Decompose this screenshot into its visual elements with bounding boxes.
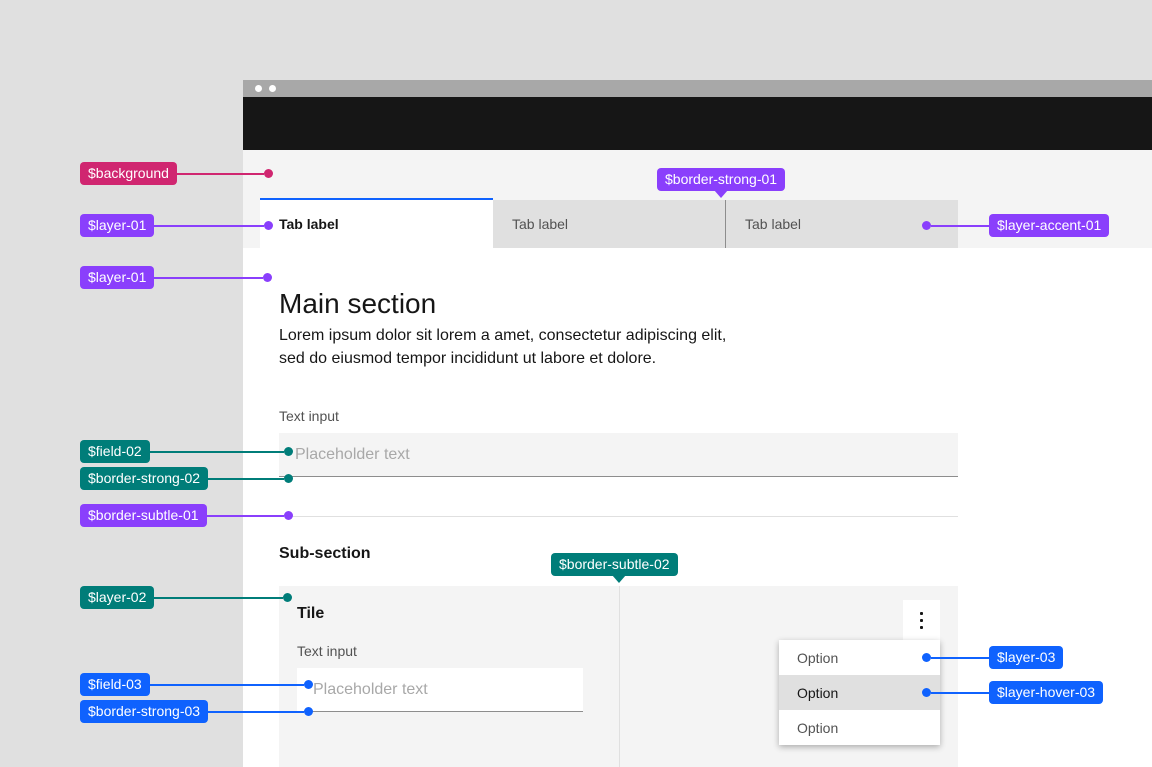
kebab-menu-icon [920, 618, 923, 622]
overflow-dropdown-menu: Option Option Option [779, 640, 940, 745]
browser-titlebar [243, 80, 1152, 97]
section-divider [279, 516, 958, 517]
tile-divider [619, 586, 620, 767]
menu-item-option-hovered[interactable]: Option [779, 675, 940, 710]
text-input-label: Text input [297, 643, 357, 659]
tab-bar: Tab label Tab label Tab label [260, 198, 958, 248]
tab-label: Tab label [745, 216, 802, 232]
token-label: $field-03 [80, 673, 150, 696]
text-input-field[interactable] [279, 433, 958, 477]
menu-item-option[interactable]: Option [779, 710, 940, 745]
token-label: $field-02 [80, 440, 150, 463]
token-label: $layer-01 [80, 266, 155, 289]
menu-item-option[interactable]: Option [779, 640, 940, 675]
main-section-paragraph: Lorem ipsum dolor sit lorem a amet, cons… [279, 327, 727, 367]
token-label: $border-strong-02 [80, 467, 209, 490]
app-background: Tab label Tab label Tab label Main secti… [243, 150, 1152, 767]
token-label: $layer-01 [80, 214, 155, 237]
kebab-menu-icon [920, 611, 923, 615]
kebab-menu-icon [920, 625, 923, 629]
sub-section-heading: Sub-section [279, 545, 371, 562]
browser-window: Tab label Tab label Tab label Main secti… [243, 80, 1152, 767]
window-control-dot[interactable] [255, 85, 262, 92]
tab-label: Tab label [279, 216, 339, 232]
tile-title: Tile [297, 605, 325, 622]
tile-text-input-field[interactable] [297, 668, 583, 712]
tab-label: Tab label [512, 216, 569, 232]
window-control-dot[interactable] [269, 85, 276, 92]
tab-selected[interactable]: Tab label [260, 198, 493, 248]
token-label: $border-subtle-01 [80, 504, 207, 527]
overflow-menu-button[interactable] [903, 600, 940, 640]
token-label: $border-strong-03 [80, 700, 209, 723]
token-label: $background [80, 162, 177, 185]
browser-navbar [243, 97, 1152, 150]
token-label: $layer-02 [80, 586, 155, 609]
tab-unselected[interactable]: Tab label [725, 200, 958, 248]
tab-unselected[interactable]: Tab label [493, 200, 725, 248]
page-content: Main section Lorem ipsum dolor sit lorem… [243, 248, 1152, 767]
tile: Tile Text input Option Option Option [279, 586, 958, 767]
main-section-heading: Main section [279, 288, 437, 319]
text-input-label: Text input [279, 408, 339, 424]
